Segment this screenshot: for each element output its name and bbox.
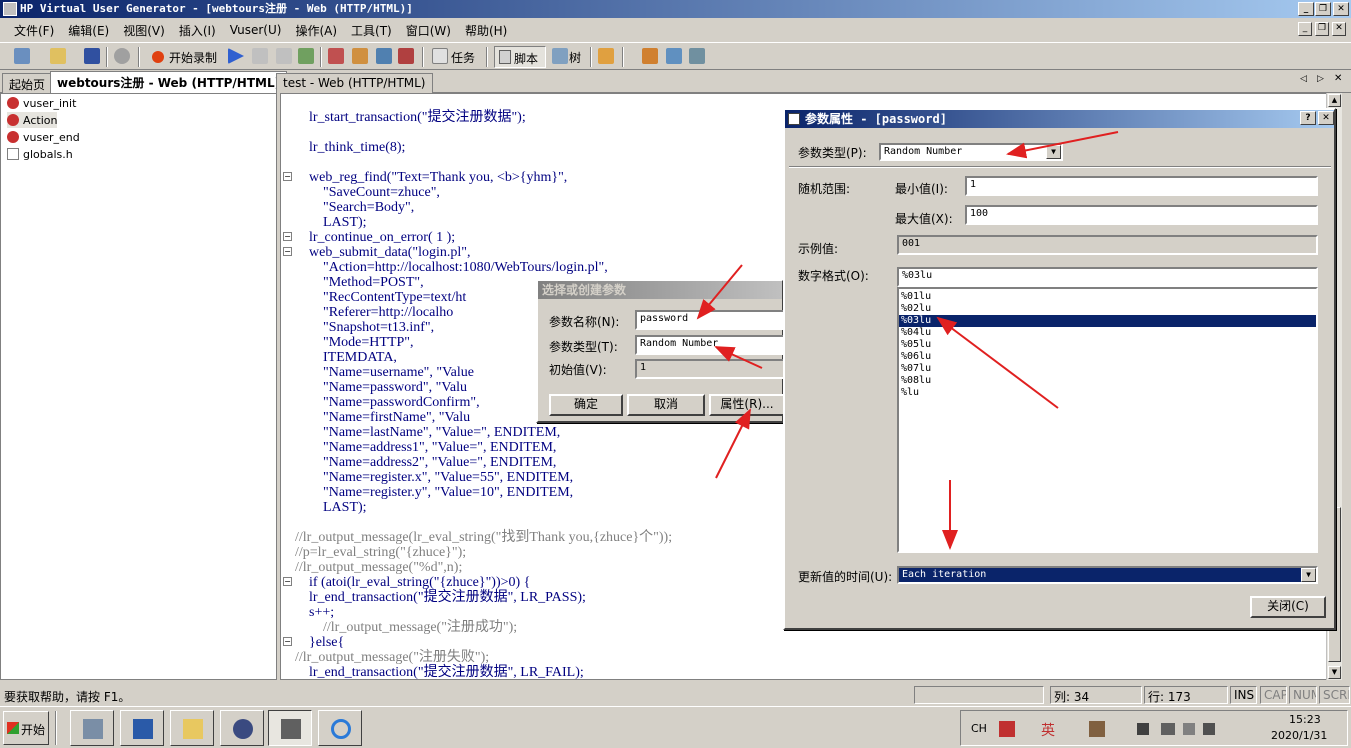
internet-explorer-icon[interactable] [318,710,362,746]
windows-logo-icon [7,722,19,734]
status-scrl: SCRL [1319,686,1350,704]
status-cap: CAP [1260,686,1287,704]
status-num: NUM [1289,686,1317,704]
arrow-to-format [936,316,1059,409]
language-indicator[interactable]: CH [971,722,987,735]
loadrunner-icon[interactable] [220,710,264,746]
status-empty-box [914,686,1044,704]
taskbar: 开始 CH 英 15:23 2020/1/31 [0,706,1351,748]
arrow-to-name [696,264,743,320]
volume-icon[interactable] [1203,723,1215,735]
server-manager-icon[interactable] [70,710,114,746]
status-row: 行: 173 [1144,686,1228,704]
status-help-text: 要获取帮助，请按 F1。 [4,690,131,704]
action-center-icon[interactable] [1183,723,1195,735]
annotation-arrows [696,131,1119,550]
ime-mode[interactable]: 英 [1041,720,1055,740]
arrow-to-random-number [1006,131,1119,159]
explorer-icon[interactable] [170,710,214,746]
start-label: 开始 [21,723,46,737]
system-tray: CH 英 15:23 2020/1/31 [960,710,1348,746]
network-icon[interactable] [1161,723,1175,735]
status-bar: 要获取帮助，请按 F1。 列: 34 行: 173 INS CAP NUM SC… [0,684,1351,706]
ime-settings-icon[interactable] [1089,721,1105,737]
status-ins: INS [1230,686,1257,704]
arrow-to-type [714,346,763,369]
clock-time: 15:23 [1289,713,1321,726]
application-window: HP Virtual User Generator - [webtours注册 … [0,0,1351,748]
vugen-icon[interactable] [268,710,312,746]
ime-icon[interactable] [999,721,1015,737]
powershell-icon[interactable] [120,710,164,746]
start-button[interactable]: 开始 [3,711,49,745]
tray-expand-icon[interactable] [1137,723,1149,735]
arrow-to-properties [715,408,751,479]
status-column: 列: 34 [1050,686,1142,704]
clock-date: 2020/1/31 [1271,729,1328,742]
